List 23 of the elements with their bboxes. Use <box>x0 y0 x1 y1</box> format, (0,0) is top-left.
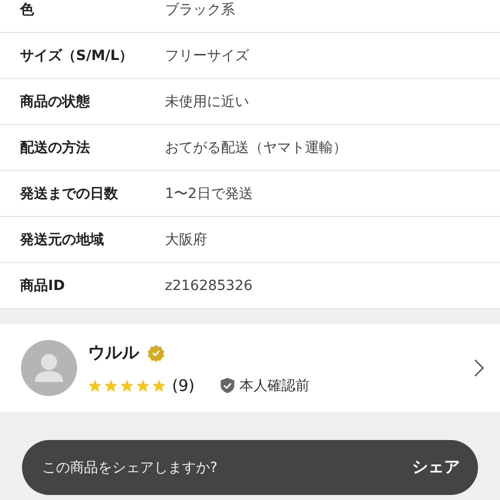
detail-label: 発送までの日数 <box>20 184 119 202</box>
detail-value: z216285326 <box>165 278 253 294</box>
detail-label: 商品の状態 <box>20 92 91 110</box>
avatar-icon <box>21 340 77 396</box>
detail-label: 商品ID <box>20 276 66 294</box>
detail-value: ブラック系 <box>165 0 235 18</box>
seller-card[interactable]: ウルル (9) 本人確認前 <box>0 324 500 412</box>
review-count: (9) <box>172 376 195 395</box>
chevron-right-icon <box>474 359 484 377</box>
share-button[interactable]: シェア <box>408 453 464 482</box>
detail-value: 大阪府 <box>165 230 207 248</box>
detail-label: 配送の方法 <box>20 138 91 156</box>
seller-name: ウルル <box>88 342 139 364</box>
detail-value: おてがる配送（ヤマト運輸） <box>165 138 347 156</box>
detail-value: 未使用に近い <box>165 92 249 110</box>
detail-label: 発送元の地域 <box>20 230 105 248</box>
detail-value: 1〜2日で発送 <box>165 184 253 202</box>
shield-check-icon <box>218 377 236 394</box>
snackbar-message: この商品をシェアしますか? <box>42 458 218 476</box>
identity-status: 本人確認前 <box>240 376 310 394</box>
detail-label: 色 <box>20 0 35 18</box>
detail-value: フリーサイズ <box>165 46 249 64</box>
detail-label: サイズ（S/M/L） <box>20 46 134 64</box>
